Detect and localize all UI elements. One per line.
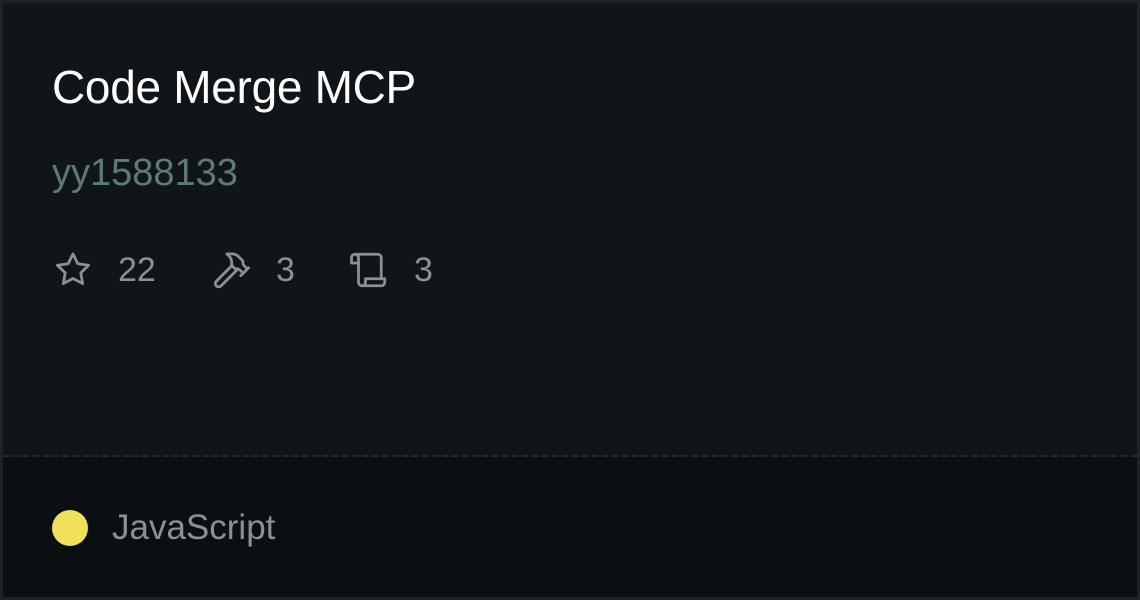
stat-stars-count: 22 [118, 251, 156, 289]
language-color-dot [52, 510, 88, 546]
card-footer: JavaScript [3, 457, 1137, 597]
card-stats: 22 3 3 [52, 247, 433, 293]
card-title[interactable]: Code Merge MCP [52, 57, 416, 117]
scroll-icon [348, 249, 390, 291]
language-name: JavaScript [112, 508, 276, 547]
star-icon [52, 249, 94, 291]
stat-tools: 3 [210, 247, 348, 293]
mcp-server-card[interactable]: Code Merge MCP yy1588133 22 3 3 JavaScri… [0, 0, 1140, 600]
card-header-section: Code Merge MCP yy1588133 22 3 3 [3, 3, 1137, 455]
hammer-icon [210, 249, 252, 291]
language-indicator: JavaScript [52, 505, 275, 551]
stat-prompts-count: 3 [414, 251, 433, 289]
stat-stars: 22 [52, 247, 210, 293]
card-author[interactable]: yy1588133 [52, 145, 238, 201]
stat-prompts: 3 [348, 247, 433, 293]
stat-tools-count: 3 [276, 251, 295, 289]
